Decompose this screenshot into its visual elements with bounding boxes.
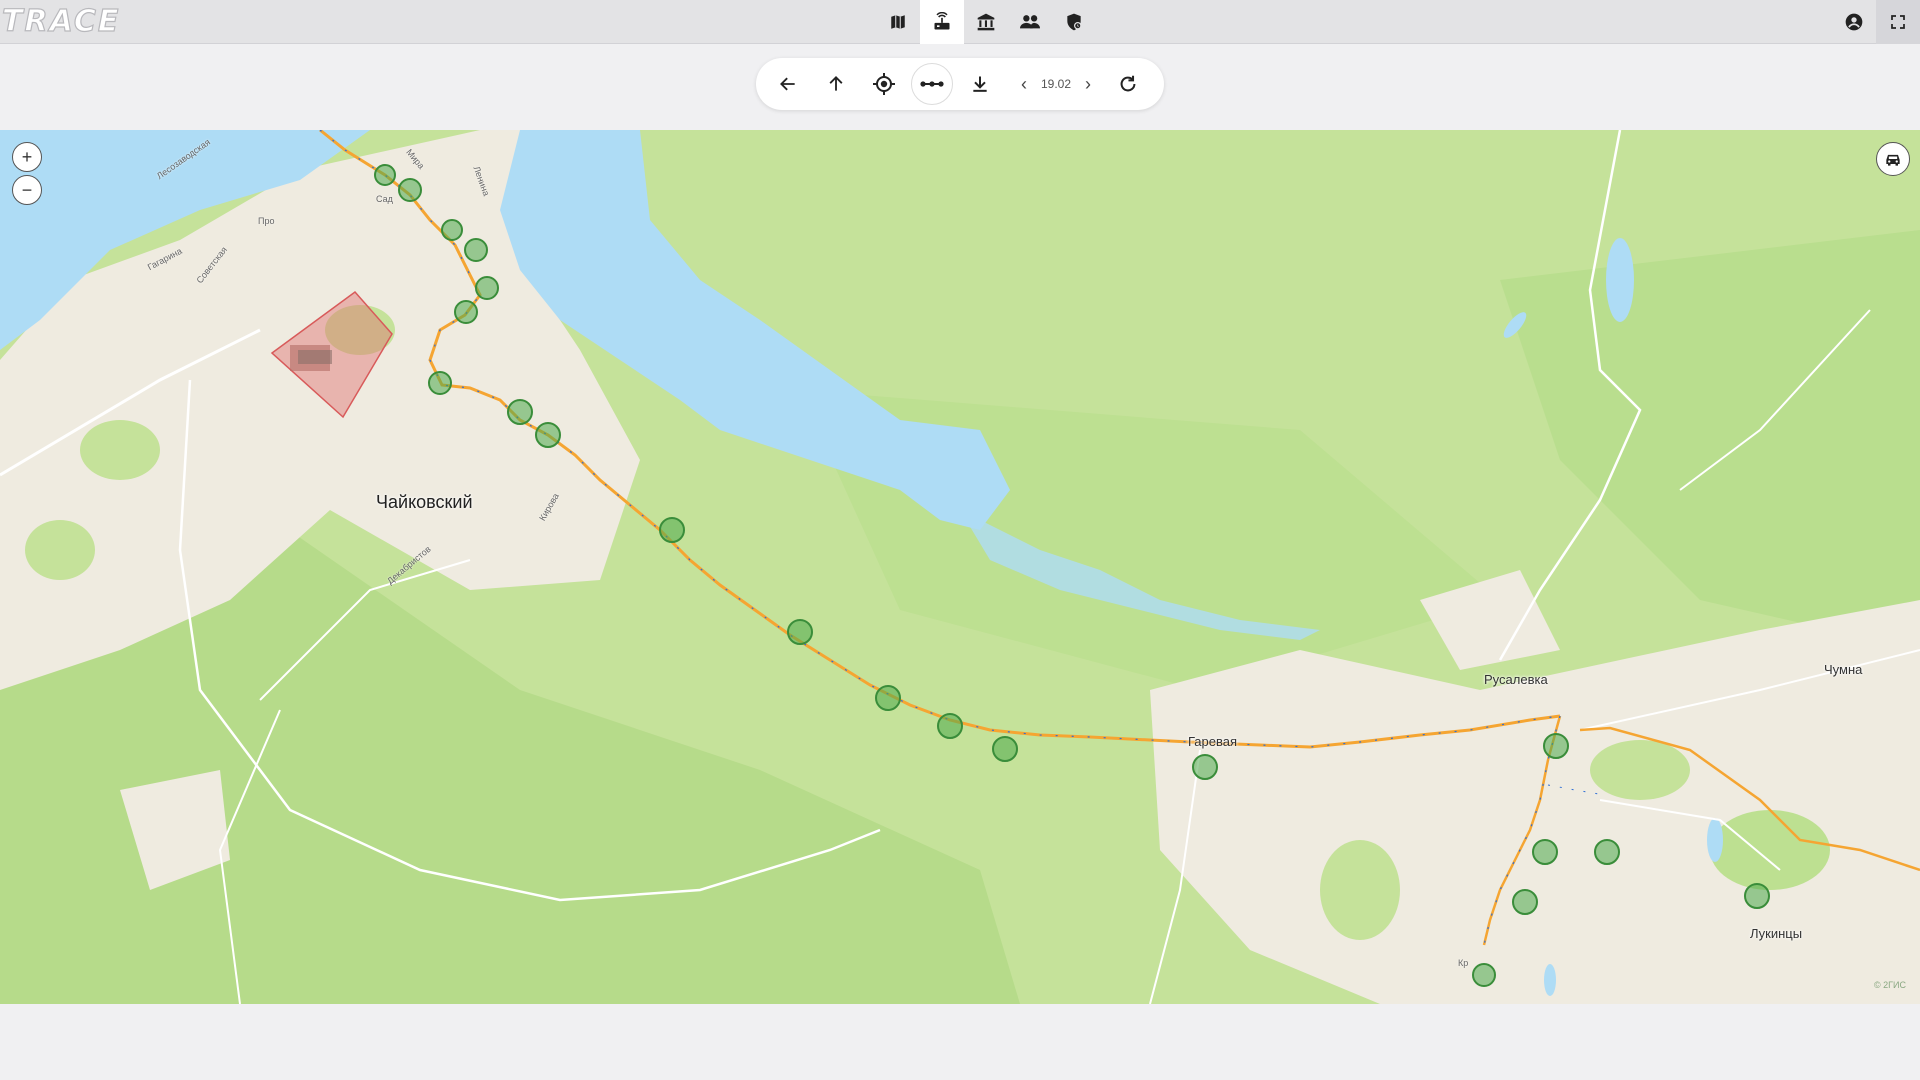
vehicle-layer-button[interactable]	[1876, 142, 1910, 176]
back-button[interactable]	[764, 61, 812, 107]
street-sad: Сад	[376, 194, 393, 204]
street-pro: Про	[258, 216, 275, 226]
place-rusalevka: Русалевка	[1484, 672, 1548, 687]
date-next-button[interactable]: ›	[1078, 74, 1098, 95]
locate-button[interactable]	[860, 61, 908, 107]
arrow-left-icon	[780, 77, 795, 91]
place-chaykovsky: Чайковский	[376, 492, 473, 512]
place-lukintsy: Лукинцы	[1750, 926, 1803, 941]
track-line-icon	[920, 81, 944, 87]
bottom-panel	[0, 1004, 1920, 1080]
top-right-controls	[1832, 0, 1920, 44]
account-icon[interactable]	[1832, 0, 1876, 44]
building-icon[interactable]	[964, 0, 1008, 44]
date-value[interactable]: 19.02	[1034, 77, 1078, 91]
fullscreen-icon[interactable]	[1876, 0, 1920, 44]
tracker-icon[interactable]	[920, 0, 964, 44]
car-icon	[1886, 154, 1900, 166]
plus-icon: +	[21, 147, 33, 167]
users-icon[interactable]	[1008, 0, 1052, 44]
map-canvas	[0, 130, 1920, 1004]
map-copyright[interactable]: © 2ГИС	[1874, 980, 1906, 990]
refresh-button[interactable]	[1104, 61, 1152, 107]
date-prev-button[interactable]: ‹	[1014, 74, 1034, 95]
map-view[interactable]: Чайковский Русалевка Чумна Гаревая Лукин…	[0, 130, 1920, 1004]
zoom-in-button[interactable]: +	[12, 142, 42, 172]
track-view-button[interactable]	[911, 63, 953, 105]
refresh-icon	[1120, 75, 1136, 92]
download-button[interactable]	[956, 61, 1004, 107]
street-kr: Кр	[1458, 958, 1469, 968]
app-logo: TRACE	[1, 4, 121, 39]
date-picker: ‹ 19.02 ›	[1014, 74, 1098, 95]
place-gareva: Гаревая	[1188, 734, 1238, 749]
arrow-up-icon	[829, 76, 843, 91]
track-toolbar: ‹ 19.02 ›	[756, 58, 1164, 110]
download-icon	[973, 76, 987, 92]
up-button[interactable]	[812, 61, 860, 107]
zoom-out-button[interactable]: −	[12, 175, 42, 205]
map-icon[interactable]	[876, 0, 920, 44]
security-icon[interactable]	[1052, 0, 1096, 44]
top-bar: TRACE	[0, 0, 1920, 44]
minus-icon: −	[21, 180, 33, 200]
place-chumna: Чумна	[1824, 662, 1863, 677]
main-nav	[876, 0, 1096, 44]
crosshair-icon	[873, 73, 895, 95]
